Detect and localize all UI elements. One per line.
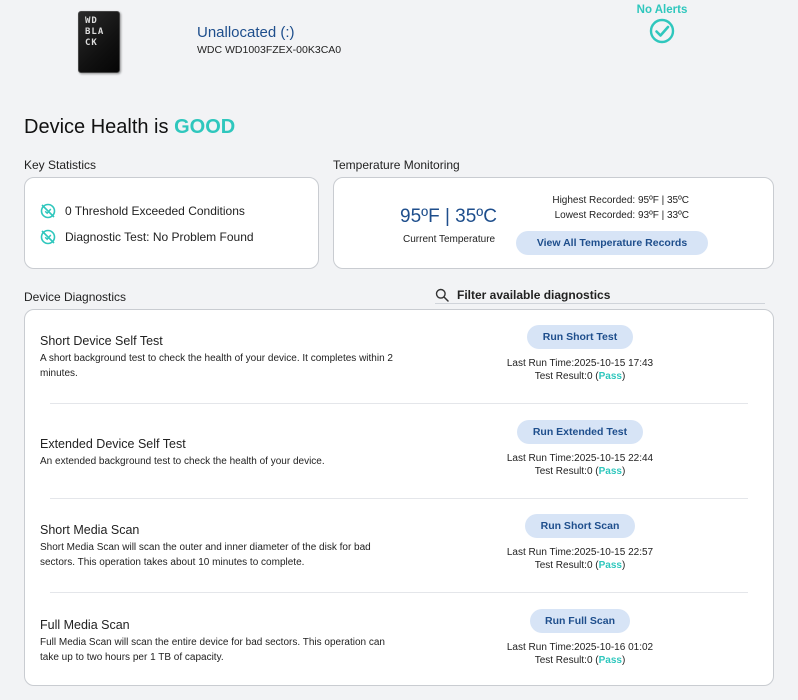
diagnostic-item-short-media-scan: Short Media Scan Short Media Scan will s… xyxy=(25,499,773,594)
current-temperature-caption: Current Temperature xyxy=(403,234,496,245)
diagnostic-item-full-media-scan: Full Media Scan Full Media Scan will sca… xyxy=(25,594,773,689)
last-run-time: Last Run Time:2025-10-15 22:44 xyxy=(506,453,654,464)
last-run-time: Last Run Time:2025-10-15 17:43 xyxy=(506,358,654,369)
current-temperature: 95ºF | 35ºC xyxy=(400,206,497,227)
stat-diagnostic: Diagnostic Test: No Problem Found xyxy=(40,229,254,245)
device-diagnostics-label: Device Diagnostics xyxy=(24,290,127,304)
diagnostic-run-info: Run Short Test Last Run Time:2025-10-15 … xyxy=(490,310,670,382)
health-prefix: Device Health is xyxy=(24,116,169,138)
diagnostic-item-short-self-test: Short Device Self Test A short backgroun… xyxy=(25,310,773,405)
test-result-pass: Pass xyxy=(598,466,622,477)
key-statistics-card: 0 Threshold Exceeded Conditions Diagnost… xyxy=(24,177,319,269)
divider xyxy=(50,592,748,593)
run-short-scan-button[interactable]: Run Short Scan xyxy=(525,514,635,538)
diagnostic-title: Short Media Scan xyxy=(40,523,140,537)
filter-diagnostics-input[interactable] xyxy=(457,287,765,302)
test-result-pass: Pass xyxy=(598,655,622,666)
run-full-scan-button[interactable]: Run Full Scan xyxy=(530,609,630,633)
stat-text: Diagnostic Test: No Problem Found xyxy=(65,230,254,244)
diagnostic-item-extended-self-test: Extended Device Self Test An extended ba… xyxy=(25,405,773,500)
test-result-pass: Pass xyxy=(598,371,622,382)
diagnostic-title: Full Media Scan xyxy=(40,618,130,632)
filter-diagnostics[interactable] xyxy=(435,286,765,304)
alerts-label: No Alerts xyxy=(636,4,688,16)
diagnostic-description: Short Media Scan will scan the outer and… xyxy=(40,542,371,568)
stat-threshold: 0 Threshold Exceeded Conditions xyxy=(40,203,245,219)
no-alert-icon xyxy=(40,229,56,245)
device-health-title: Device Health is GOOD xyxy=(24,116,235,139)
diagnostic-run-info: Run Short Scan Last Run Time:2025-10-15 … xyxy=(490,499,670,571)
health-status: GOOD xyxy=(174,116,236,138)
diagnostic-title: Short Device Self Test xyxy=(40,334,163,348)
lowest-recorded: Lowest Recorded: 93ºF | 33ºC xyxy=(554,210,689,221)
test-result-pass: Pass xyxy=(598,560,622,571)
alerts-status: No Alerts xyxy=(628,4,696,44)
last-run-time: Last Run Time:2025-10-16 01:02 xyxy=(506,642,654,653)
key-statistics-label: Key Statistics xyxy=(24,158,97,172)
diagnostics-card: Short Device Self Test A short backgroun… xyxy=(24,309,774,686)
search-icon xyxy=(435,288,449,302)
test-result: Test Result:0 (Pass) xyxy=(534,655,626,666)
run-extended-test-button[interactable]: Run Extended Test xyxy=(517,420,643,444)
diagnostic-description: A short background test to check the hea… xyxy=(40,353,393,379)
last-run-time: Last Run Time:2025-10-15 22:57 xyxy=(506,547,654,558)
run-short-test-button[interactable]: Run Short Test xyxy=(527,325,633,349)
divider xyxy=(50,403,748,404)
drive-name: Unallocated (:) xyxy=(197,24,295,41)
test-result: Test Result:0 (Pass) xyxy=(534,560,626,571)
device-header: WD BLA CK Unallocated (:) WDC WD1003FZEX-0… xyxy=(0,0,798,90)
temperature-card: 95ºF | 35ºC Current Temperature Highest … xyxy=(333,177,774,269)
temperature-monitoring-label: Temperature Monitoring xyxy=(333,158,460,172)
diagnostic-title: Extended Device Self Test xyxy=(40,437,186,451)
diagnostic-run-info: Run Full Scan Last Run Time:2025-10-16 0… xyxy=(490,594,670,666)
highest-recorded: Highest Recorded: 95ºF | 35ºC xyxy=(552,195,689,206)
drive-image: WD BLA CK xyxy=(78,11,120,73)
test-result: Test Result:0 (Pass) xyxy=(534,466,626,477)
test-result: Test Result:0 (Pass) xyxy=(534,371,626,382)
no-alert-icon xyxy=(40,203,56,219)
check-circle-icon xyxy=(649,18,675,44)
diagnostic-run-info: Run Extended Test Last Run Time:2025-10-… xyxy=(490,405,670,477)
diagnostic-description: Full Media Scan will scan the entire dev… xyxy=(40,637,385,663)
diagnostic-description: An extended background test to check the… xyxy=(40,456,325,467)
stat-text: 0 Threshold Exceeded Conditions xyxy=(65,204,245,218)
drive-model: WDC WD1003FZEX-00K3CA0 xyxy=(197,44,342,56)
view-all-temperature-records-button[interactable]: View All Temperature Records xyxy=(516,231,708,255)
